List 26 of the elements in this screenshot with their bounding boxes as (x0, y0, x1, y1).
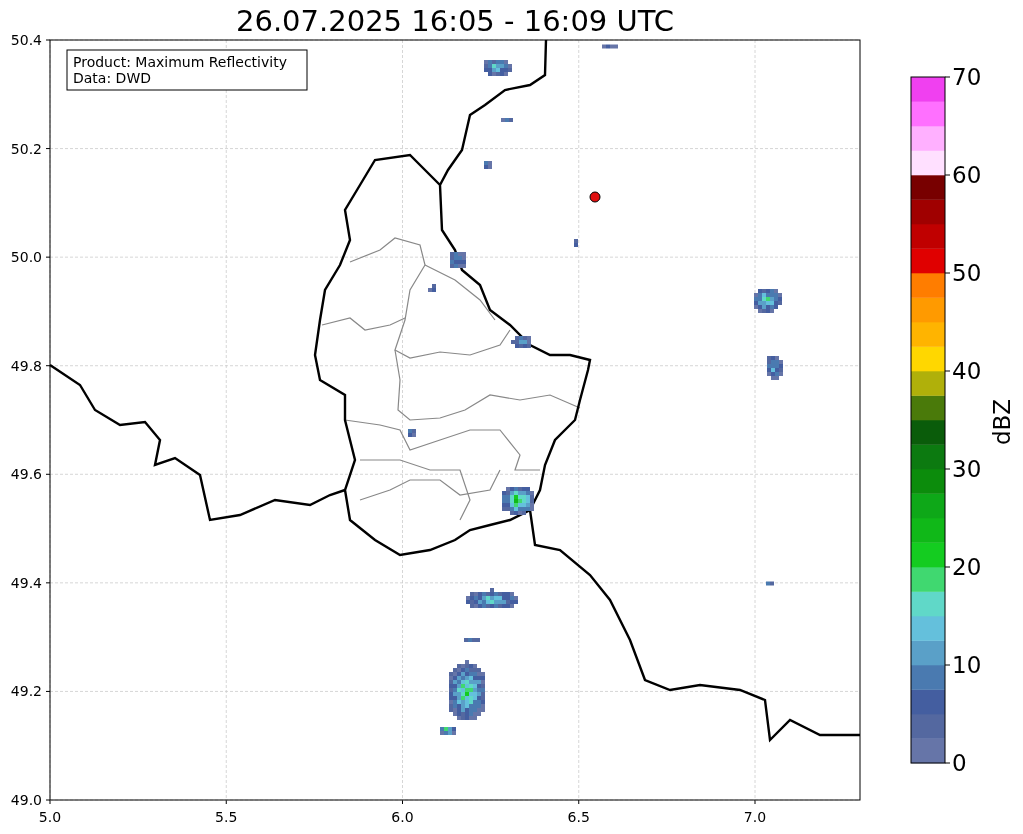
y-axis-label: 49.6 (10, 466, 42, 483)
colorbar-label: 10 (952, 652, 982, 678)
x-axis-label: 7.0 (743, 809, 767, 825)
y-axis-label: 50.4 (10, 32, 42, 48)
info-text: Product: Maximum Reflectivity (73, 54, 287, 70)
colorbar-label: 0 (952, 750, 967, 776)
y-axis-label: 49.8 (10, 357, 42, 374)
y-axis-label: 50.2 (10, 140, 42, 157)
y-axis-label: 49.4 (10, 574, 42, 591)
y-axis-label: 49.2 (10, 683, 42, 700)
info-text: Data: DWD (73, 70, 151, 86)
y-axis-label: 49.0 (10, 792, 42, 808)
colorbar-title: dBZ (989, 398, 1015, 446)
colorbar-label: 20 (952, 554, 982, 580)
colorbar-label: 50 (952, 260, 982, 286)
chart-title: 26.07.2025 16:05 - 16:09 UTC (236, 4, 674, 38)
location-marker (589, 191, 601, 203)
x-axis-label: 6.5 (567, 809, 590, 825)
x-axis-label: 5.5 (215, 809, 238, 825)
colorbar-label: 40 (952, 358, 982, 384)
colorbar-label: 30 (952, 456, 982, 482)
colorbar-label: 60 (952, 162, 982, 188)
y-axis-label: 50.0 (10, 249, 42, 266)
x-axis-label: 5.0 (38, 809, 62, 825)
colorbar-label: 70 (952, 64, 982, 90)
x-axis-label: 6.0 (391, 809, 414, 825)
